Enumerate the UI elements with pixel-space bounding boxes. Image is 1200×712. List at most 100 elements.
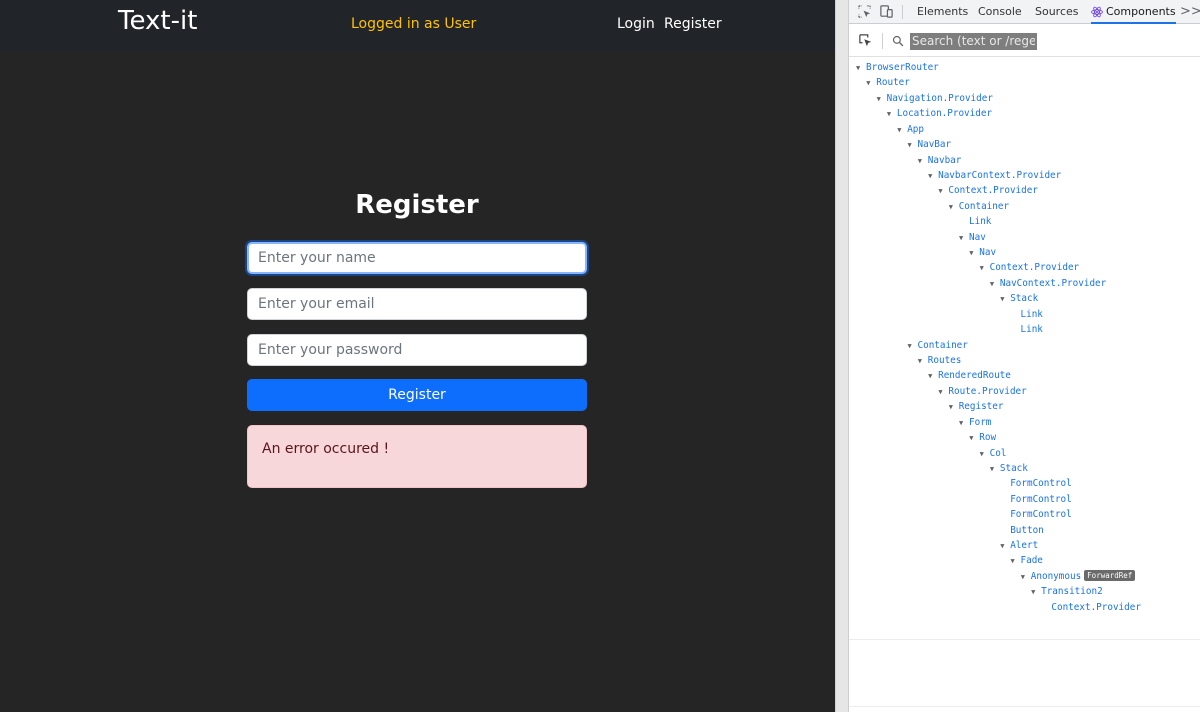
tab-sources[interactable]: Sources bbox=[1035, 0, 1079, 24]
tree-row[interactable]: ▼ Router bbox=[866, 75, 910, 90]
tree-row-label: Row bbox=[979, 432, 997, 444]
tree-row-label: App bbox=[907, 123, 924, 135]
tree-row[interactable]: ▼ RenderedRoute bbox=[928, 368, 1011, 383]
tree-row[interactable]: ▼ Col bbox=[980, 446, 1007, 461]
tree-row[interactable]: ▼ App bbox=[897, 122, 924, 137]
caret-down-icon[interactable]: ▼ bbox=[990, 277, 1000, 292]
caret-down-icon[interactable]: ▼ bbox=[918, 354, 928, 369]
register-button[interactable]: Register bbox=[247, 379, 587, 411]
tree-row[interactable]: ▼ Anonymous ForwardRef bbox=[1021, 569, 1136, 584]
tree-row[interactable]: ▼ Nav bbox=[959, 230, 986, 245]
tree-row-label: Link bbox=[1020, 308, 1043, 320]
caret-down-icon[interactable]: ▼ bbox=[949, 400, 959, 415]
caret-down-icon[interactable]: ▼ bbox=[866, 76, 876, 91]
tree-row-label: FormControl bbox=[1010, 478, 1072, 490]
tree-row[interactable]: ▼ Routes bbox=[918, 353, 962, 368]
tree-row[interactable]: ▼ NavContext.Provider bbox=[990, 276, 1106, 291]
caret-down-icon[interactable]: ▼ bbox=[980, 447, 990, 462]
component-tree: ▼ BrowserRouter ▼ Router ▼ Navigation.Provide… bbox=[849, 58, 1200, 638]
caret-down-icon[interactable]: ▼ bbox=[990, 462, 1000, 477]
nav-register-link[interactable]: Register bbox=[664, 16, 722, 32]
caret-down-icon[interactable]: ▼ bbox=[949, 200, 959, 215]
tree-row[interactable]: Context.Provider bbox=[1041, 600, 1141, 615]
caret-down-icon[interactable]: ▼ bbox=[1000, 539, 1010, 554]
tree-row[interactable]: ▼ NavBar bbox=[908, 137, 952, 152]
tree-row[interactable]: ▼ Container bbox=[949, 199, 1009, 214]
caret-down-icon[interactable]: ▼ bbox=[908, 339, 918, 354]
tree-row[interactable]: ▼ Nav bbox=[969, 245, 996, 260]
caret-down-icon[interactable]: ▼ bbox=[928, 169, 938, 184]
tree-row[interactable]: ▼ Transition2 bbox=[1031, 584, 1103, 599]
tree-row[interactable]: ▼ Navigation.Provider bbox=[877, 91, 993, 106]
tree-row-label: Navigation.Provider bbox=[886, 92, 993, 104]
tree-row[interactable]: ▼ NavbarContext.Provider bbox=[928, 168, 1061, 183]
tree-row[interactable]: Button bbox=[1000, 523, 1044, 538]
nav-login-link[interactable]: Login bbox=[617, 16, 655, 32]
tree-row[interactable]: ▼ Row bbox=[969, 430, 996, 445]
tree-row-label: Anonymous bbox=[1030, 570, 1082, 582]
caret-down-icon[interactable]: ▼ bbox=[1011, 554, 1021, 569]
tree-row[interactable]: FormControl bbox=[1000, 476, 1072, 491]
caret-down-icon[interactable]: ▼ bbox=[877, 92, 887, 107]
tab-elements[interactable]: Elements bbox=[917, 0, 968, 24]
tree-row[interactable]: ▼ Container bbox=[908, 338, 968, 353]
tree-row[interactable]: ▼ Context.Provider bbox=[938, 183, 1038, 198]
tree-row-label: Col bbox=[989, 447, 1007, 459]
name-input[interactable] bbox=[247, 242, 587, 274]
tree-row[interactable]: ▼ Stack bbox=[1000, 291, 1038, 306]
tree-row[interactable]: FormControl bbox=[1000, 507, 1072, 522]
tree-row[interactable]: Link bbox=[1011, 322, 1043, 337]
components-toolbar bbox=[849, 25, 1200, 57]
tree-row[interactable]: ▼ Form bbox=[959, 415, 991, 430]
caret-down-icon[interactable]: ▼ bbox=[1021, 570, 1031, 585]
tree-row[interactable]: ▼ Navbar bbox=[918, 153, 962, 168]
tree-row-label: Routes bbox=[927, 354, 962, 366]
caret-down-icon[interactable]: ▼ bbox=[938, 385, 948, 400]
caret-down-icon[interactable]: ▼ bbox=[897, 123, 907, 138]
caret-down-icon[interactable]: ▼ bbox=[938, 184, 948, 199]
caret-down-icon[interactable]: ▼ bbox=[959, 416, 969, 431]
tree-row-label: Nav bbox=[979, 247, 997, 259]
caret-down-icon[interactable]: ▼ bbox=[918, 154, 928, 169]
tree-row[interactable]: FormControl bbox=[1000, 492, 1072, 507]
tree-row[interactable]: Link bbox=[1011, 307, 1043, 322]
tree-row[interactable]: ▼ Stack bbox=[990, 461, 1028, 476]
tree-row[interactable]: ▼ Location.Provider bbox=[887, 106, 992, 121]
tree-row[interactable]: ▼ Route.Provider bbox=[938, 384, 1026, 399]
caret-down-icon[interactable]: ▼ bbox=[969, 246, 979, 261]
tree-row[interactable]: ▼ BrowserRouter bbox=[856, 60, 939, 75]
email-input[interactable] bbox=[247, 288, 587, 320]
error-alert: An error occured ! bbox=[247, 425, 587, 488]
react-icon bbox=[1091, 6, 1103, 18]
tree-row-label: Register bbox=[958, 401, 1004, 413]
panel-bottom-divider bbox=[849, 706, 1200, 707]
devtools-resize-handle[interactable] bbox=[835, 0, 849, 712]
more-tabs-icon[interactable]: >> bbox=[1180, 0, 1200, 24]
tree-bottom-divider bbox=[849, 639, 1200, 640]
tree-row-label: RenderedRoute bbox=[938, 370, 1011, 382]
tree-row[interactable]: ▼ Alert bbox=[1000, 538, 1038, 553]
tree-row-label: Navbar bbox=[927, 154, 962, 166]
tree-row[interactable]: Link bbox=[959, 214, 991, 229]
caret-down-icon[interactable]: ▼ bbox=[1031, 585, 1041, 600]
brand-link[interactable]: Text-it bbox=[118, 6, 197, 36]
tab-components[interactable]: Components bbox=[1091, 0, 1176, 24]
password-input[interactable] bbox=[247, 334, 587, 366]
caret-down-icon[interactable]: ▼ bbox=[887, 107, 897, 122]
caret-down-icon[interactable]: ▼ bbox=[856, 61, 866, 76]
tab-console[interactable]: Console bbox=[978, 0, 1022, 24]
tree-row-label: Context.Provider bbox=[989, 262, 1080, 274]
tree-row[interactable]: ▼ Register bbox=[949, 399, 1004, 414]
caret-down-icon[interactable]: ▼ bbox=[908, 138, 918, 153]
device-toolbar-icon[interactable] bbox=[879, 4, 895, 20]
caret-down-icon[interactable]: ▼ bbox=[980, 261, 990, 276]
tree-row[interactable]: ▼ Fade bbox=[1011, 553, 1043, 568]
select-component-icon[interactable] bbox=[859, 34, 873, 48]
caret-down-icon[interactable]: ▼ bbox=[928, 369, 938, 384]
caret-down-icon[interactable]: ▼ bbox=[969, 431, 979, 446]
caret-down-icon[interactable]: ▼ bbox=[1000, 292, 1010, 307]
inspect-element-icon[interactable] bbox=[857, 4, 873, 20]
caret-down-icon[interactable]: ▼ bbox=[959, 231, 969, 246]
tree-row[interactable]: ▼ Context.Provider bbox=[980, 260, 1080, 275]
component-search-input[interactable] bbox=[910, 33, 1037, 50]
